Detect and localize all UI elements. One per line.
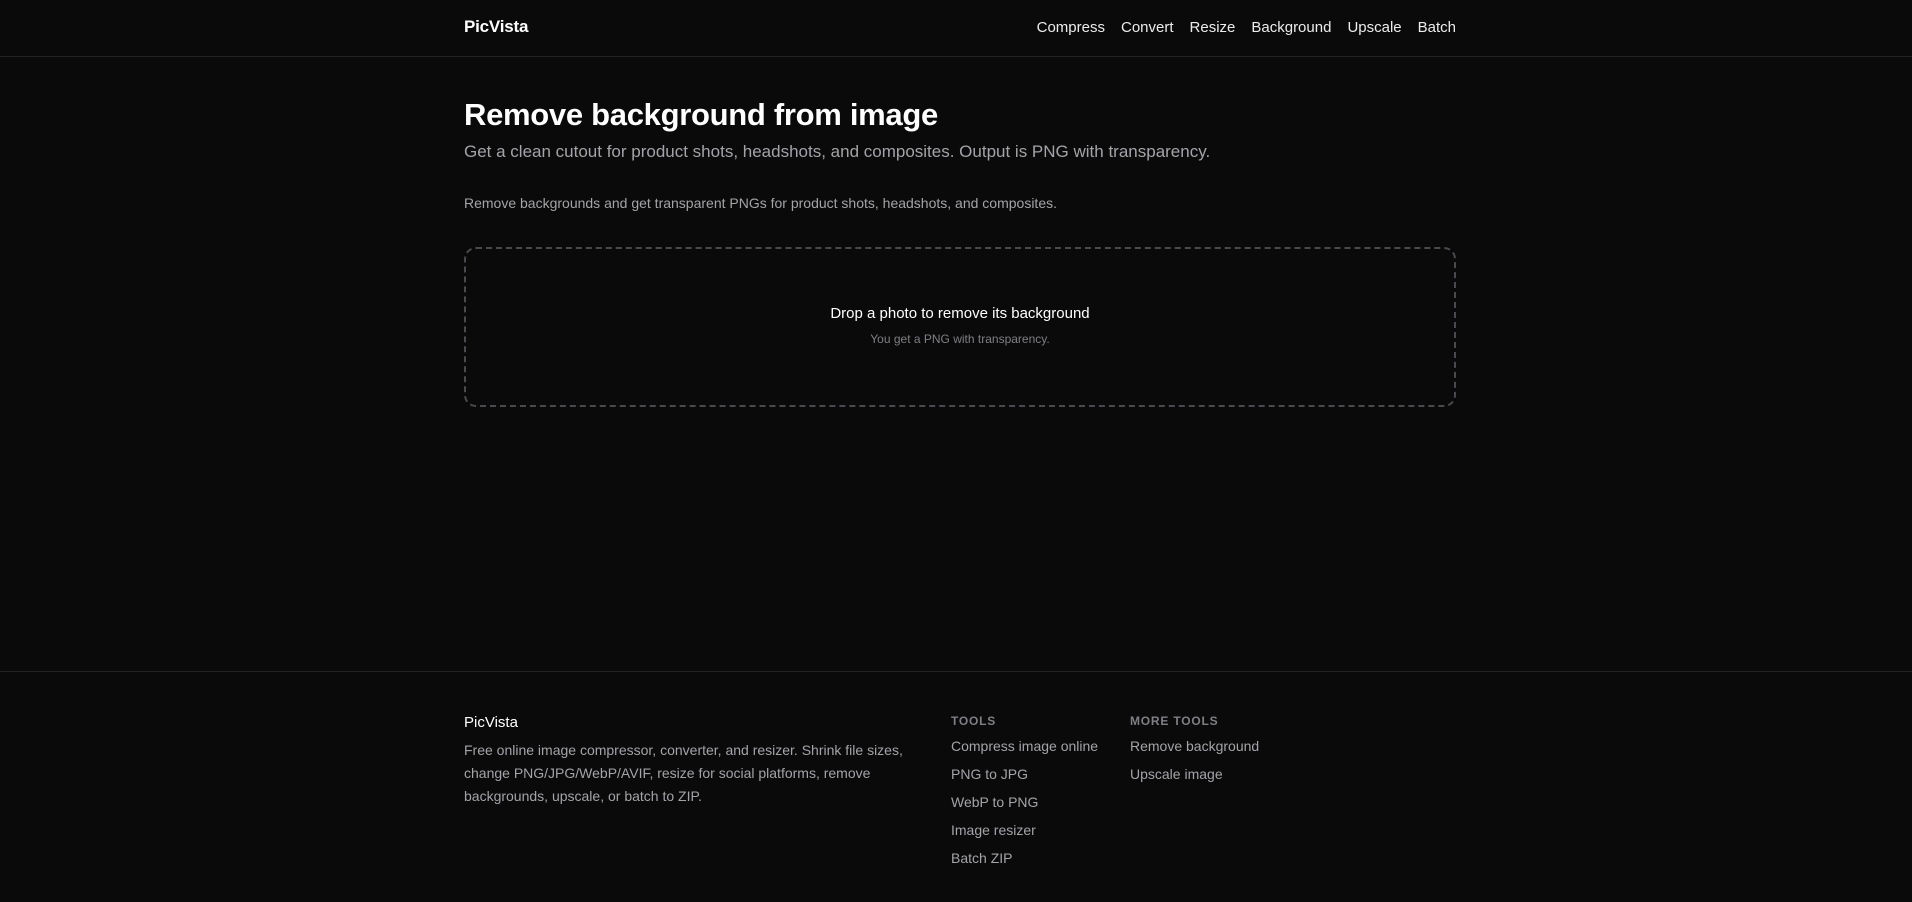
site-header: PicVista Compress Convert Resize Backgro…	[0, 0, 1912, 57]
brand-logo[interactable]: PicVista	[464, 17, 528, 37]
nav-resize[interactable]: Resize	[1190, 19, 1236, 36]
dropzone-title: Drop a photo to remove its background	[830, 305, 1090, 322]
main-nav: Compress Convert Resize Background Upsca…	[1037, 19, 1456, 36]
page-title: Remove background from image	[464, 97, 938, 132]
main-content: Remove background from image Get a clean…	[464, 57, 1456, 407]
upload-dropzone[interactable]: Drop a photo to remove its background Yo…	[464, 247, 1456, 407]
nav-compress[interactable]: Compress	[1037, 19, 1105, 36]
footer-link-webp-to-png[interactable]: WebP to PNG	[951, 793, 1098, 811]
intro-text: Remove backgrounds and get transparent P…	[464, 195, 1057, 211]
footer-link-image-resizer[interactable]: Image resizer	[951, 821, 1098, 839]
footer-description: Free online image compressor, converter,…	[464, 742, 903, 804]
more-tools-heading: MORE TOOLS	[1130, 714, 1219, 728]
footer-tools-column: TOOLS Compress image online PNG to JPG W…	[951, 714, 1098, 877]
footer-brand: PicVista	[464, 714, 518, 731]
footer-more-tools-column: MORE TOOLS Remove background Upscale ima…	[1130, 714, 1259, 793]
footer-link-remove-background[interactable]: Remove background	[1130, 737, 1259, 755]
page-subtitle: Get a clean cutout for product shots, he…	[464, 142, 1211, 161]
nav-batch[interactable]: Batch	[1418, 19, 1456, 36]
site-footer: PicVista Free online image compressor, c…	[0, 671, 1912, 902]
nav-background[interactable]: Background	[1251, 19, 1331, 36]
footer-link-compress-image[interactable]: Compress image online	[951, 737, 1098, 755]
nav-convert[interactable]: Convert	[1121, 19, 1174, 36]
footer-link-batch-zip[interactable]: Batch ZIP	[951, 849, 1098, 867]
tools-heading: TOOLS	[951, 714, 997, 728]
footer-link-png-to-jpg[interactable]: PNG to JPG	[951, 765, 1098, 783]
footer-link-upscale-image[interactable]: Upscale image	[1130, 765, 1259, 783]
dropzone-hint: You get a PNG with transparency.	[870, 332, 1050, 346]
nav-upscale[interactable]: Upscale	[1347, 19, 1401, 36]
